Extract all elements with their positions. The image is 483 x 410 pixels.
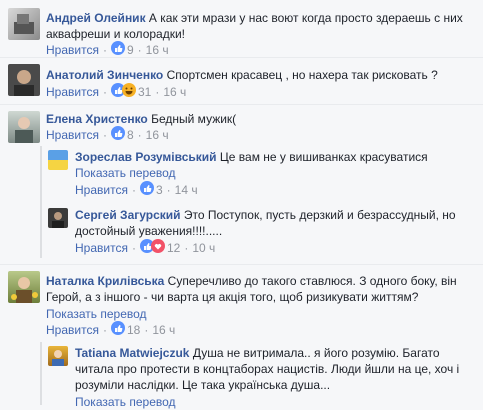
- comment-author[interactable]: Зореслав Розумівський: [75, 150, 217, 164]
- show-translation-link[interactable]: Показать перевод: [46, 306, 147, 322]
- avatar[interactable]: [48, 150, 68, 170]
- comment-4: Наталка Крилівська Суперечливо до такого…: [0, 265, 483, 337]
- comment-actions: Нравится · 12 · 10 ч: [75, 239, 215, 257]
- like-button[interactable]: Нравится: [46, 85, 99, 99]
- avatar-image: [52, 212, 64, 228]
- reply-2: Сергей Загурский Это Поступок, пусть дер…: [0, 204, 483, 262]
- avatar-image: [15, 117, 33, 143]
- avatar-image: [14, 14, 34, 34]
- comment-body: Tatiana Matwiejczuk Душа не витримала.. …: [75, 345, 475, 393]
- comment-body: Андрей Олейник А как эти мрази у нас вою…: [46, 10, 476, 42]
- reactions-count[interactable]: 18: [127, 323, 140, 337]
- comment-author[interactable]: Наталка Крилівська: [46, 274, 164, 288]
- comment-time[interactable]: 10 ч: [192, 241, 215, 255]
- avatar[interactable]: [8, 64, 40, 96]
- comment-author[interactable]: Анатолий Зинченко: [46, 68, 163, 82]
- comment-time[interactable]: 16 ч: [146, 43, 169, 57]
- avatar[interactable]: [48, 346, 68, 366]
- comment-actions: Нравится · 3 · 14 ч: [75, 181, 198, 199]
- like-button[interactable]: Нравится: [46, 323, 99, 337]
- comment-author[interactable]: Сергей Загурский: [75, 208, 181, 222]
- reactions-count[interactable]: 12: [167, 241, 180, 255]
- reactions-count[interactable]: 3: [156, 183, 163, 197]
- like-reaction-icon[interactable]: [110, 126, 125, 144]
- reactions-count[interactable]: 8: [127, 128, 134, 142]
- comment-time[interactable]: 16 ч: [163, 85, 186, 99]
- avatar[interactable]: [48, 208, 68, 228]
- like-button[interactable]: Нравится: [75, 241, 128, 255]
- like-reaction-icon[interactable]: [110, 321, 125, 339]
- comment-2: Анатолий Зинченко Спортсмен красавец , н…: [0, 58, 483, 104]
- comment-body: Наталка Крилівська Суперечливо до такого…: [46, 273, 474, 305]
- comment-actions: Нравится · 18 · 16 ч: [46, 321, 175, 339]
- reply-1: Зореслав Розумівський Це вам не у вишива…: [0, 146, 483, 202]
- comment-text: Спортсмен красавец , но нахера так риско…: [166, 68, 438, 82]
- avatar-image: [11, 277, 38, 303]
- comment-text: Бедный мужик(: [151, 112, 237, 126]
- comment-body: Зореслав Розумівський Це вам не у вишива…: [75, 149, 475, 165]
- comment-text: Це вам не у вишиванках красуватися: [219, 150, 428, 164]
- avatar-image: [14, 70, 34, 96]
- show-translation-link[interactable]: Показать перевод: [75, 394, 176, 410]
- comment-author[interactable]: Tatiana Matwiejczuk: [75, 346, 189, 360]
- avatar-image: [52, 350, 64, 366]
- love-reaction-icon[interactable]: [150, 239, 165, 257]
- reactions-count[interactable]: 31: [138, 85, 151, 99]
- avatar[interactable]: [8, 8, 40, 40]
- comment-body: Анатолий Зинченко Спортсмен красавец , н…: [46, 67, 476, 83]
- avatar[interactable]: [8, 271, 40, 303]
- reply-3: Tatiana Matwiejczuk Душа не витримала.. …: [0, 342, 483, 409]
- comment-body: Сергей Загурский Это Поступок, пусть дер…: [75, 207, 475, 239]
- comment-actions: Нравится · 8 · 16 ч: [46, 126, 169, 144]
- comment-time[interactable]: 14 ч: [175, 183, 198, 197]
- comment-body: Елена Христенко Бедный мужик(: [46, 111, 476, 127]
- comment-author[interactable]: Андрей Олейник: [46, 11, 146, 25]
- comment-actions: Нравится · 9 · 16 ч: [46, 41, 169, 58]
- comment-time[interactable]: 16 ч: [146, 128, 169, 142]
- reactions-count[interactable]: 9: [127, 43, 134, 57]
- like-reaction-icon[interactable]: [139, 181, 154, 199]
- avatar[interactable]: [8, 111, 40, 143]
- like-button[interactable]: Нравится: [75, 183, 128, 197]
- comment-time[interactable]: 16 ч: [152, 323, 175, 337]
- comment-actions: Нравится · 31 · 16 ч: [46, 83, 186, 101]
- haha-reaction-icon[interactable]: [121, 83, 136, 101]
- comment-3: Елена Христенко Бедный мужик( Нравится · 8…: [0, 105, 483, 145]
- like-button[interactable]: Нравится: [46, 128, 99, 142]
- comment-1: Андрей Олейник А как эти мрази у нас вою…: [0, 0, 483, 58]
- show-translation-link[interactable]: Показать перевод: [75, 165, 176, 181]
- like-button[interactable]: Нравится: [46, 43, 99, 57]
- comment-author[interactable]: Елена Христенко: [46, 112, 148, 126]
